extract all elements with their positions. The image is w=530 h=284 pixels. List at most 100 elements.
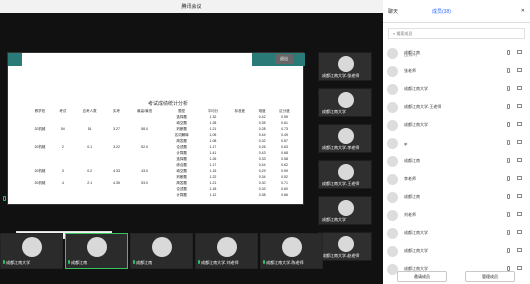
member-row[interactable]: 张老师 (383, 62, 530, 80)
avatar (338, 92, 354, 108)
member-row[interactable]: 成都江南 (383, 188, 530, 206)
member-name: 成都江南 (404, 158, 420, 163)
avatar (338, 200, 354, 216)
camera-icon[interactable] (517, 122, 522, 126)
member-list: 成都江南 (主持人) 张老师 成都江南大学 成都江南大学-王老师 成都江南大学 qt 成都江南… (383, 44, 530, 278)
participant-thumbnail[interactable]: 成都江南大学-王老师 (318, 160, 372, 189)
participant-name: 成都江南大学 (322, 217, 346, 222)
participant-thumbnail[interactable]: 成都江南大学 (318, 196, 372, 225)
participant-name: 成都江南大学 (322, 109, 346, 114)
member-row[interactable]: 成都江南大学 (383, 116, 530, 134)
participant-tile[interactable]: 成都江南大学-刘老师 (195, 233, 258, 269)
member-name: 张老师 (404, 68, 416, 73)
member-name: 成都江南 (404, 194, 420, 199)
member-row[interactable]: 成都江南 (主持人) (383, 44, 530, 62)
search-icon: ⌕ (393, 31, 396, 36)
microphone-icon[interactable] (507, 194, 510, 199)
avatar (338, 56, 354, 72)
participant-tile[interactable]: 成都江南 (65, 233, 128, 269)
member-name: 成都江南大学 (404, 248, 428, 253)
member-row[interactable]: 李老师 (383, 170, 530, 188)
avatar (87, 237, 107, 257)
member-name: 成都江南大学-王老师 (404, 104, 442, 109)
participant-thumbnail[interactable]: 成都江南大学-张老师 (318, 52, 372, 81)
member-row[interactable]: 成都江南大学-王老师 (383, 98, 530, 116)
microphone-icon (133, 260, 135, 264)
microphone-icon (68, 260, 70, 264)
table-cell (226, 192, 253, 198)
avatar (387, 155, 398, 167)
member-row[interactable]: 成都江南 (383, 152, 530, 170)
avatar (387, 83, 398, 95)
avatar (387, 173, 398, 185)
tab-members[interactable]: 成员(38) (432, 8, 451, 15)
table-cell: 0.66 (281, 193, 288, 197)
participant-name: 成都江南大学-刘老师 (198, 260, 238, 266)
table-cell (125, 192, 163, 198)
avatar (282, 237, 302, 257)
bottom-participant-row: 成都江南大学 成都江南 成都江南 成都江南大学-刘老师 成都江南大学-陈老师 (0, 233, 383, 269)
microphone-icon[interactable] (507, 212, 510, 217)
camera-icon[interactable] (517, 194, 522, 198)
member-row[interactable]: 成都江南大学 (383, 80, 530, 98)
screen-share-view[interactable]: 退出 考试成绩统计分析 教学班 考试 应考人数 实考 最高/最低 题型 平均分 标准差 难度 区分… (7, 52, 305, 239)
participant-name: 成都江南大学-张老师 (322, 73, 360, 78)
camera-icon[interactable] (517, 176, 522, 180)
member-role: (主持人) (404, 53, 417, 57)
participant-thumbnail[interactable]: 成都江南大学-李老师 (318, 124, 372, 153)
camera-icon[interactable] (517, 212, 522, 216)
exit-share-button[interactable]: 退出 (275, 54, 293, 64)
camera-icon[interactable] (517, 140, 522, 144)
microphone-icon[interactable] (507, 50, 510, 55)
member-name: 刘老师 (404, 212, 416, 217)
tab-chat[interactable]: 聊天 (388, 8, 398, 15)
member-name: 成都江南大学 (404, 122, 428, 127)
camera-icon[interactable] (517, 68, 522, 72)
microphone-icon[interactable] (507, 158, 510, 163)
share-header-white (22, 53, 252, 66)
microphone-icon[interactable] (507, 122, 510, 127)
participant-name: 成都江南大学-陈老师 (263, 260, 303, 266)
participant-name: 成都江南 (68, 260, 87, 266)
member-row[interactable]: 刘老师 (383, 206, 530, 224)
avatar (387, 119, 398, 131)
participant-name: 成都江南大学-王老师 (322, 181, 360, 186)
microphone-icon (198, 260, 200, 264)
avatar (387, 47, 398, 59)
member-row[interactable]: qt (383, 134, 530, 152)
close-icon[interactable]: ✕ (521, 8, 525, 14)
member-row[interactable]: 成都江南大学 (383, 224, 530, 242)
camera-icon[interactable] (517, 50, 522, 54)
table-cell: 计算题 (176, 192, 187, 197)
microphone-icon[interactable] (507, 248, 510, 253)
avatar (22, 237, 42, 257)
table-cell: 1.12 (209, 193, 217, 197)
table-cell: 0.38 (258, 193, 266, 197)
participant-tile[interactable]: 成都江南大学 (0, 233, 63, 269)
member-search-input[interactable]: ⌕ 搜索成员 (388, 28, 525, 39)
participant-tile[interactable]: 成都江南大学-陈老师 (260, 233, 323, 269)
camera-icon[interactable] (517, 266, 522, 270)
invite-members-button[interactable]: 邀请成员 (397, 271, 447, 282)
camera-icon[interactable] (517, 230, 522, 234)
microphone-icon[interactable] (507, 176, 510, 181)
window-title: 腾讯会议 (181, 4, 202, 10)
camera-icon[interactable] (517, 86, 522, 90)
microphone-icon[interactable] (507, 86, 510, 91)
camera-icon[interactable] (517, 104, 522, 108)
member-name: 成都江南大学 (404, 230, 428, 235)
table-row: 计算题 1.12 0.38 0.66 (26, 192, 298, 198)
microphone-icon[interactable] (507, 104, 510, 109)
member-name: 成都江南大学 (404, 86, 428, 91)
microphone-icon[interactable] (507, 140, 510, 145)
camera-icon[interactable] (517, 248, 522, 252)
microphone-icon[interactable] (507, 68, 510, 73)
camera-icon[interactable] (517, 158, 522, 162)
microphone-icon[interactable] (507, 230, 510, 235)
meeting-main-area: 退出 考试成绩统计分析 教学班 考试 应考人数 实考 最高/最低 题型 平均分 标准差 难度 区分… (0, 13, 383, 284)
participant-thumbnail[interactable]: 成都江南大学 (318, 88, 372, 117)
participant-tile[interactable]: 成都江南 (130, 233, 193, 269)
member-row[interactable]: 成都江南大学 (383, 242, 530, 260)
manage-members-button[interactable]: 管理成员 (465, 271, 515, 282)
avatar (387, 227, 398, 239)
